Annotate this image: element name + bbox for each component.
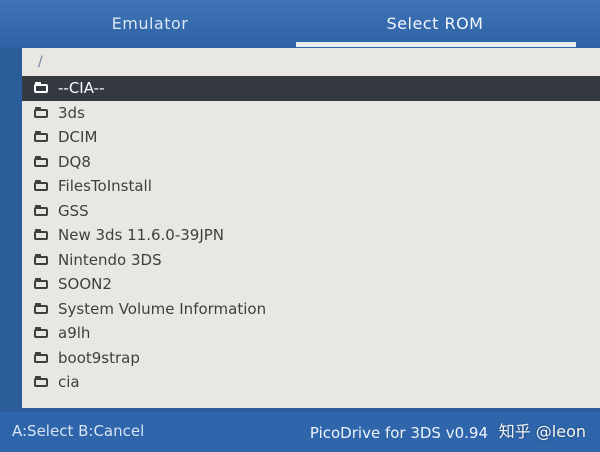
file-name: New 3ds 11.6.0-39JPN (58, 226, 225, 245)
file-row[interactable]: boot9strap (22, 346, 600, 371)
folder-icon (34, 204, 50, 217)
file-row[interactable]: a9lh (22, 321, 600, 346)
file-name: GSS (58, 201, 89, 220)
file-name: System Volume Information (58, 299, 267, 318)
bottom-bar: A:Select B:Cancel PicoDrive for 3DS v0.9… (0, 412, 600, 452)
active-tab-indicator (296, 42, 576, 47)
folder-icon (34, 376, 50, 388)
watermark: 知乎 @leon (498, 422, 586, 441)
file-row[interactable]: GSS (22, 199, 600, 224)
top-bar: Emulator Select ROM (0, 0, 600, 48)
current-path: / (38, 54, 43, 70)
file-name: cia (58, 373, 80, 392)
file-name: a9lh (58, 324, 91, 343)
app-version: PicoDrive for 3DS v0.94 (309, 424, 488, 442)
file-name: DCIM (58, 128, 98, 147)
file-name: 3ds (58, 103, 85, 122)
file-row[interactable]: SOON2 (22, 272, 600, 297)
file-name: DQ8 (58, 152, 91, 171)
file-name: SOON2 (58, 275, 112, 294)
file-row[interactable]: cia (22, 370, 600, 395)
folder-icon (34, 229, 50, 241)
folder-icon (34, 351, 50, 364)
folder-icon (34, 253, 50, 266)
controls-hint: A:Select B:Cancel (12, 422, 145, 440)
file-row[interactable]: System Volume Information (22, 297, 600, 322)
file-name: --CIA-- (58, 79, 105, 98)
file-row[interactable]: Nintendo 3DS (22, 248, 600, 273)
tab-select-rom[interactable]: Select ROM (300, 0, 570, 42)
folder-icon (34, 131, 50, 143)
file-row[interactable]: --CIA-- (22, 76, 600, 101)
folder-icon (34, 155, 50, 168)
file-row[interactable]: DCIM (22, 125, 600, 150)
file-row[interactable]: DQ8 (22, 150, 600, 175)
file-row[interactable]: FilesToInstall (22, 174, 600, 199)
file-browser-panel: / --CIA-- 3ds DCIM DQ8 FilesToInstall GSS New … (22, 48, 600, 427)
tab-emulator[interactable]: Emulator (0, 0, 300, 42)
folder-icon (34, 180, 50, 192)
file-name: boot9strap (58, 348, 140, 367)
folder-icon (34, 302, 50, 315)
folder-icon (34, 327, 50, 339)
file-row[interactable]: New 3ds 11.6.0-39JPN (22, 223, 600, 248)
folder-icon (34, 278, 50, 290)
file-name: Nintendo 3DS (58, 250, 162, 269)
file-name: FilesToInstall (58, 177, 152, 196)
folder-icon (34, 82, 50, 94)
folder-icon (34, 106, 50, 119)
file-list: --CIA-- 3ds DCIM DQ8 FilesToInstall GSS New 3d… (22, 76, 600, 395)
file-row[interactable]: 3ds (22, 101, 600, 126)
